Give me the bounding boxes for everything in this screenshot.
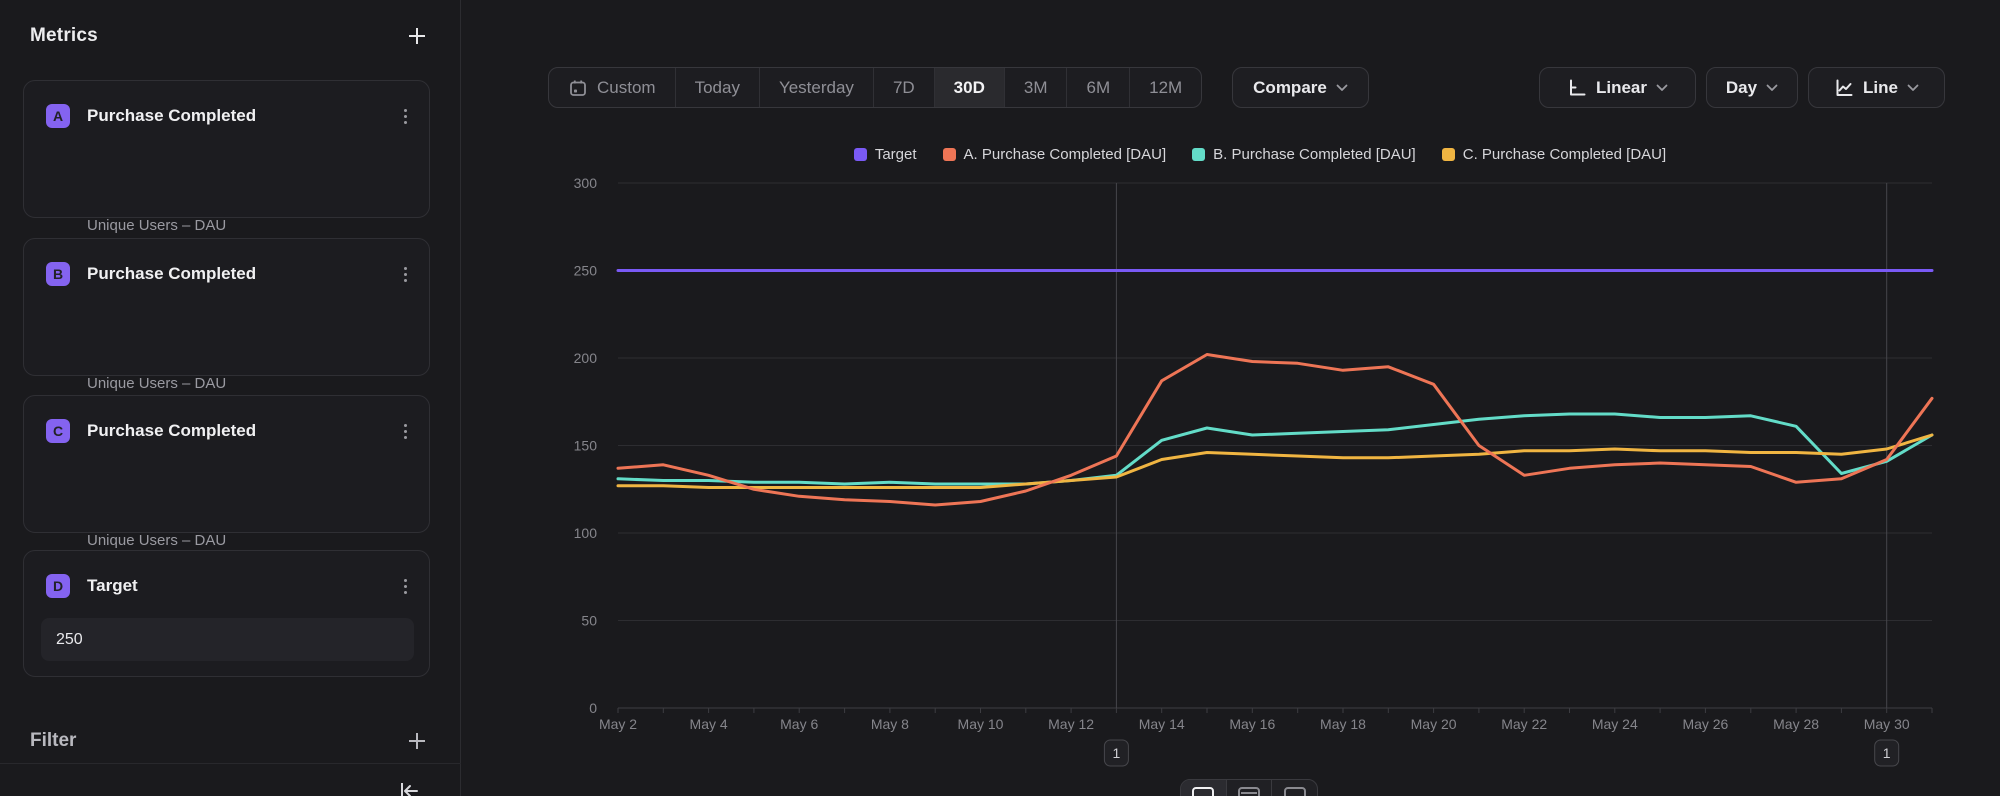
- legend-item-a[interactable]: A. Purchase Completed [DAU]: [943, 146, 1167, 163]
- date-range-control: Custom Today Yesterday 7D 30D 3M 6M 12M: [548, 67, 1202, 108]
- metric-event: Unique Users – DAU: [87, 217, 226, 234]
- chevron-down-icon: [1656, 84, 1668, 92]
- y-axis-label: 0: [589, 700, 597, 716]
- filter-section: Filter: [30, 728, 430, 754]
- chart-view-icon: [1192, 787, 1214, 796]
- metric-badge-a: A: [46, 104, 70, 128]
- legend-item-target[interactable]: Target: [854, 146, 917, 163]
- x-axis-label: May 16: [1229, 716, 1275, 732]
- x-axis-label: May 24: [1592, 716, 1638, 732]
- series-line: [618, 435, 1932, 488]
- split-view-icon: [1238, 787, 1260, 796]
- x-axis-label: May 4: [690, 716, 728, 732]
- metric-card-c: C Purchase Completed Unique Users – DAU …: [23, 395, 430, 533]
- sidebar-title: Metrics: [30, 25, 98, 47]
- x-axis-label: May 22: [1501, 716, 1547, 732]
- calendar-icon: [568, 78, 588, 98]
- metric-menu-button[interactable]: [398, 420, 413, 443]
- chart-legend: Target A. Purchase Completed [DAU] B. Pu…: [560, 146, 1960, 163]
- x-axis-label: May 28: [1773, 716, 1819, 732]
- range-30d[interactable]: 30D: [935, 68, 1005, 107]
- range-6m[interactable]: 6M: [1067, 68, 1130, 107]
- x-axis-label: May 20: [1411, 716, 1457, 732]
- metric-card-a: A Purchase Completed Unique Users – DAU …: [23, 80, 430, 218]
- x-axis-label: May 8: [871, 716, 909, 732]
- metric-title: Purchase Completed: [87, 264, 398, 284]
- x-axis-label: May 6: [780, 716, 818, 732]
- target-value-input[interactable]: [41, 618, 414, 661]
- line-chart-icon: [1834, 78, 1854, 98]
- compare-button[interactable]: Compare: [1232, 67, 1369, 108]
- range-3m[interactable]: 3M: [1005, 68, 1068, 107]
- legend-item-b[interactable]: B. Purchase Completed [DAU]: [1192, 146, 1416, 163]
- legend-swatch: [1192, 148, 1205, 161]
- metric-title: Target: [87, 576, 398, 596]
- filter-label: Filter: [30, 730, 76, 752]
- range-7d[interactable]: 7D: [874, 68, 935, 107]
- series-line: [618, 414, 1932, 484]
- linear-scale-icon: [1567, 78, 1587, 98]
- metric-menu-button[interactable]: [398, 575, 413, 598]
- x-axis-label: May 10: [958, 716, 1004, 732]
- y-axis-label: 50: [581, 613, 597, 629]
- x-axis-label: May 30: [1864, 716, 1910, 732]
- range-today[interactable]: Today: [676, 68, 760, 107]
- plus-icon: [406, 730, 428, 752]
- add-metric-button[interactable]: [404, 23, 430, 49]
- metric-card-b: B Purchase Completed Unique Users – DAU …: [23, 238, 430, 376]
- metric-badge-c: C: [46, 419, 70, 443]
- metric-menu-button[interactable]: [398, 263, 413, 286]
- svg-text:1: 1: [1883, 745, 1891, 761]
- x-axis-label: May 14: [1139, 716, 1185, 732]
- y-axis-label: 300: [574, 175, 598, 191]
- range-yesterday[interactable]: Yesterday: [760, 68, 874, 107]
- metric-title: Purchase Completed: [87, 106, 398, 126]
- x-axis-label: May 2: [599, 716, 637, 732]
- legend-swatch: [943, 148, 956, 161]
- granularity-select-button[interactable]: Day: [1706, 67, 1798, 108]
- scale-select-button[interactable]: Linear: [1539, 67, 1696, 108]
- annotation-badge[interactable]: 1: [1104, 740, 1128, 766]
- metric-badge-d: D: [46, 574, 70, 598]
- y-axis-label: 150: [574, 438, 598, 454]
- annotation-badge[interactable]: 1: [1875, 740, 1899, 766]
- y-axis-label: 100: [574, 525, 598, 541]
- y-axis-label: 200: [574, 350, 598, 366]
- x-axis-label: May 26: [1682, 716, 1728, 732]
- collapse-left-icon: [396, 778, 422, 796]
- metric-event: Unique Users – DAU: [87, 532, 226, 549]
- view-table-button[interactable]: [1272, 780, 1317, 796]
- chevron-down-icon: [1336, 84, 1348, 92]
- sidebar-header: Metrics: [30, 22, 430, 50]
- collapse-sidebar-button[interactable]: [394, 776, 424, 796]
- metric-menu-button[interactable]: [398, 105, 413, 128]
- range-custom[interactable]: Custom: [549, 68, 676, 107]
- sidebar-divider: [0, 763, 461, 764]
- chart-type-select-button[interactable]: Line: [1808, 67, 1945, 108]
- target-card: D Target: [23, 550, 430, 677]
- table-view-icon: [1284, 787, 1306, 796]
- range-12m[interactable]: 12M: [1130, 68, 1201, 107]
- x-axis-label: May 12: [1048, 716, 1094, 732]
- add-filter-button[interactable]: [404, 728, 430, 754]
- x-axis-label: May 18: [1320, 716, 1366, 732]
- metric-event: Unique Users – DAU: [87, 375, 226, 392]
- metric-badge-b: B: [46, 262, 70, 286]
- view-split-button[interactable]: [1227, 780, 1273, 796]
- view-chart-button[interactable]: [1181, 780, 1227, 796]
- view-switcher: [1180, 779, 1318, 796]
- chevron-down-icon: [1907, 84, 1919, 92]
- chevron-down-icon: [1766, 84, 1778, 92]
- legend-swatch: [854, 148, 867, 161]
- legend-item-c[interactable]: C. Purchase Completed [DAU]: [1442, 146, 1666, 163]
- legend-swatch: [1442, 148, 1455, 161]
- y-axis-label: 250: [574, 263, 598, 279]
- svg-text:1: 1: [1113, 745, 1121, 761]
- metric-title: Purchase Completed: [87, 421, 398, 441]
- plus-icon: [406, 25, 428, 47]
- line-chart[interactable]: 0 50 100 150 200 250 300 May 2 May 4 May 6 May 8 Ma…: [560, 170, 1960, 770]
- metrics-sidebar: Metrics A Purchase Completed Unique User…: [0, 0, 461, 796]
